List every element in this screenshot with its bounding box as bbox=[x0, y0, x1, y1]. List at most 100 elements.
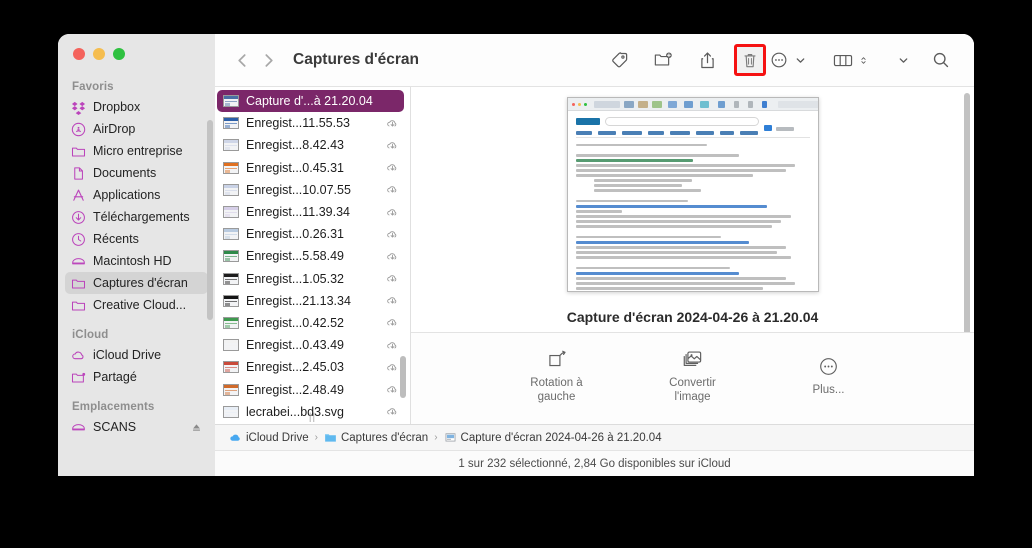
preview-pane: Capture d'écran 2024-04-26 à 21.20.04 Ro… bbox=[411, 87, 974, 424]
sidebar-group-title-favoris: Favoris bbox=[72, 81, 114, 93]
file-list-item[interactable]: Enregist...0.43.49 bbox=[217, 334, 404, 356]
sidebar-item-label: Applications bbox=[93, 188, 161, 202]
file-thumbnail-icon bbox=[223, 316, 239, 329]
icloud-download-icon[interactable] bbox=[386, 316, 399, 329]
zoom-button[interactable] bbox=[113, 48, 125, 60]
icloud-download-icon[interactable] bbox=[386, 361, 399, 374]
file-thumbnail-icon bbox=[223, 272, 239, 285]
traffic-lights bbox=[73, 48, 125, 60]
new-folder-button[interactable] bbox=[646, 46, 680, 74]
breadcrumb-label: Captures d'écran bbox=[340, 431, 429, 444]
forward-button[interactable] bbox=[255, 47, 281, 73]
more-menu[interactable] bbox=[766, 46, 808, 74]
close-button[interactable] bbox=[73, 48, 85, 60]
file-list-item[interactable]: Enregist...10.07.55 bbox=[217, 179, 404, 201]
icloud-download-icon[interactable] bbox=[386, 117, 399, 130]
minimize-button[interactable] bbox=[93, 48, 105, 60]
sidebar-item-airdrop[interactable]: AirDrop bbox=[65, 118, 208, 140]
file-list-item[interactable]: Enregist...2.45.03 bbox=[217, 356, 404, 378]
share-button[interactable] bbox=[690, 46, 724, 74]
view-columns-button[interactable] bbox=[830, 46, 856, 74]
sidebar-item-partage[interactable]: Partagé bbox=[65, 366, 208, 388]
file-list-item[interactable]: Capture d'...à 21.20.04 bbox=[217, 90, 404, 113]
applications-icon bbox=[71, 188, 86, 203]
column-resize-handle[interactable]: || bbox=[215, 410, 410, 424]
preview-actions: Rotation à gauche Convertir l'image Plus… bbox=[411, 332, 974, 424]
chevron-down-icon[interactable] bbox=[792, 56, 808, 65]
back-button[interactable] bbox=[229, 47, 255, 73]
sidebar-item-label: Documents bbox=[93, 166, 157, 180]
icloud-download-icon[interactable] bbox=[386, 183, 399, 196]
sidebar-item-captures-decran[interactable]: Captures d'écran bbox=[65, 272, 208, 294]
breadcrumb-item-current-file[interactable]: Capture d'écran 2024-04-26 à 21.20.04 bbox=[444, 431, 662, 444]
file-list-item[interactable]: Enregist...11.55.53 bbox=[217, 112, 404, 134]
icloud-download-icon[interactable] bbox=[386, 250, 399, 263]
file-list-item[interactable]: Enregist...2.48.49 bbox=[217, 378, 404, 400]
file-list-item[interactable]: Enregist...21.13.34 bbox=[217, 290, 404, 312]
preview-title: Capture d'écran 2024-04-26 à 21.20.04 bbox=[566, 309, 819, 325]
dropbox-icon bbox=[71, 100, 86, 115]
breadcrumb-separator: › bbox=[314, 432, 318, 443]
icloud-download-icon[interactable] bbox=[386, 383, 399, 396]
action-label: Rotation à gauche bbox=[530, 377, 583, 403]
tag-button[interactable] bbox=[602, 46, 636, 74]
sidebar-item-label: Téléchargements bbox=[93, 210, 190, 224]
action-label: Convertir l'image bbox=[669, 377, 716, 403]
file-thumbnail-icon bbox=[223, 183, 239, 196]
file-thumbnail-icon bbox=[223, 161, 239, 174]
sidebar-item-dropbox[interactable]: Dropbox bbox=[65, 96, 208, 118]
sidebar-item-applications[interactable]: Applications bbox=[65, 184, 208, 206]
file-list-item[interactable]: Enregist...0.26.31 bbox=[217, 223, 404, 245]
icloud-download-icon[interactable] bbox=[386, 228, 399, 241]
file-thumbnail-icon bbox=[223, 383, 239, 396]
breadcrumb-item-captures-decran[interactable]: Captures d'écran bbox=[324, 431, 428, 444]
rotate-left-action[interactable]: Rotation à gauche bbox=[515, 349, 599, 404]
trash-button[interactable] bbox=[734, 44, 766, 76]
sidebar-item-creative-cloud[interactable]: Creative Cloud... bbox=[65, 294, 208, 316]
file-name: Enregist...11.39.34 bbox=[246, 205, 351, 220]
eject-icon[interactable] bbox=[191, 422, 202, 433]
icloud-download-icon[interactable] bbox=[386, 206, 399, 219]
sidebar-item-micro-entreprise[interactable]: Micro entreprise bbox=[65, 140, 208, 162]
file-list-item[interactable]: Enregist...1.05.32 bbox=[217, 268, 404, 290]
file-list-item[interactable]: Enregist...5.58.49 bbox=[217, 245, 404, 267]
sidebar-item-scans[interactable]: SCANS bbox=[65, 416, 208, 438]
file-thumbnail-icon bbox=[223, 339, 239, 352]
file-list-item[interactable]: Enregist...0.42.52 bbox=[217, 312, 404, 334]
icloud-download-icon[interactable] bbox=[386, 339, 399, 352]
icloud-download-icon[interactable] bbox=[386, 161, 399, 174]
group-chevron-icon[interactable] bbox=[892, 56, 914, 65]
preview-scrollbar[interactable] bbox=[964, 93, 970, 332]
file-list-item[interactable]: Enregist...0.45.31 bbox=[217, 157, 404, 179]
document-icon bbox=[71, 166, 86, 181]
more-action[interactable]: Plus... bbox=[787, 356, 871, 397]
file-list-scrollbar[interactable] bbox=[400, 356, 406, 398]
icloud-download-icon[interactable] bbox=[386, 294, 399, 307]
sidebar-scrollbar[interactable] bbox=[207, 120, 213, 320]
search-button[interactable] bbox=[924, 46, 958, 74]
file-list-item[interactable]: Enregist...8.42.43 bbox=[217, 134, 404, 156]
file-list-item[interactable]: Enregist...11.39.34 bbox=[217, 201, 404, 223]
file-name: Enregist...5.58.49 bbox=[246, 249, 344, 264]
convert-image-action[interactable]: Convertir l'image bbox=[651, 349, 735, 404]
more-button[interactable] bbox=[766, 46, 792, 74]
finder-window: Favoris Dropbox AirDrop Micro entreprise… bbox=[58, 34, 974, 476]
view-mode-control[interactable] bbox=[830, 46, 870, 74]
sidebar-item-label: Micro entreprise bbox=[93, 144, 183, 158]
file-name: Enregist...0.45.31 bbox=[246, 160, 344, 175]
icloud-download-icon[interactable] bbox=[386, 139, 399, 152]
sidebar-item-icloud-drive[interactable]: iCloud Drive bbox=[65, 344, 208, 366]
stepper-icon[interactable] bbox=[856, 56, 870, 65]
icloud-download-icon[interactable] bbox=[386, 272, 399, 285]
preview-image[interactable] bbox=[566, 97, 819, 292]
breadcrumb-item-icloud-drive[interactable]: iCloud Drive bbox=[229, 431, 309, 444]
file-thumbnail-icon bbox=[223, 139, 239, 152]
sidebar-item-telechargements[interactable]: Téléchargements bbox=[65, 206, 208, 228]
action-label: Plus... bbox=[812, 384, 845, 396]
sidebar-scroll: Favoris Dropbox AirDrop Micro entreprise… bbox=[58, 74, 215, 476]
folder-icon bbox=[71, 144, 86, 159]
sidebar-item-documents[interactable]: Documents bbox=[65, 162, 208, 184]
folder-icon bbox=[71, 298, 86, 313]
sidebar-item-macintosh-hd[interactable]: Macintosh HD bbox=[65, 250, 208, 272]
sidebar-item-recents[interactable]: Récents bbox=[65, 228, 208, 250]
